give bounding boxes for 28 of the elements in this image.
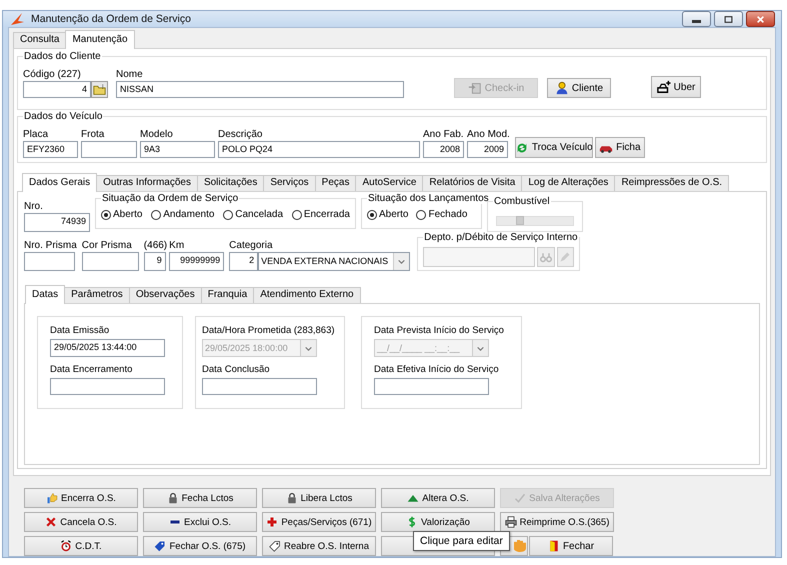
window-title: Manutenção da Ordem de Serviço (31, 13, 191, 25)
field-label: Nro. (24, 201, 44, 213)
field-label: Km (169, 240, 186, 252)
field-label: Data/Hora Prometida (283,863) (202, 325, 334, 337)
field-label: Código (227) (23, 69, 82, 81)
field-label: Data Prevista Início do Serviço (374, 325, 505, 337)
group-label: Situação dos Lançamentos (367, 193, 490, 204)
field-label: Categoria (229, 240, 274, 252)
field-label: Nome (116, 69, 144, 81)
field-label: Descrição (218, 129, 264, 141)
field-label: Data Conclusão (202, 364, 271, 376)
field-label: Data Emissão (50, 325, 110, 337)
group-label: Situação da Ordem de Serviço (101, 193, 240, 204)
group-label: Dados do Veículo (23, 111, 104, 122)
field-label: Modelo (140, 129, 174, 141)
field-label: Data Encerramento (50, 364, 134, 376)
group-label: Depto. p/Débito de Serviço Interno (423, 232, 579, 243)
field-label: Nro. Prisma (24, 240, 77, 252)
field-label: Cor Prisma (82, 240, 133, 252)
field-label: Frota (81, 129, 106, 141)
field-label: Ano Fab. (423, 129, 464, 141)
group-label: Combustível (493, 196, 551, 207)
field-label: (466) (144, 240, 168, 252)
field-label: Placa (23, 129, 50, 141)
field-label: Ano Mod. (467, 129, 510, 141)
group-label: Dados do Cliente (23, 51, 102, 62)
field-label: Data Efetiva Início do Serviço (374, 364, 500, 376)
tooltip: Clique para editar (413, 531, 510, 551)
